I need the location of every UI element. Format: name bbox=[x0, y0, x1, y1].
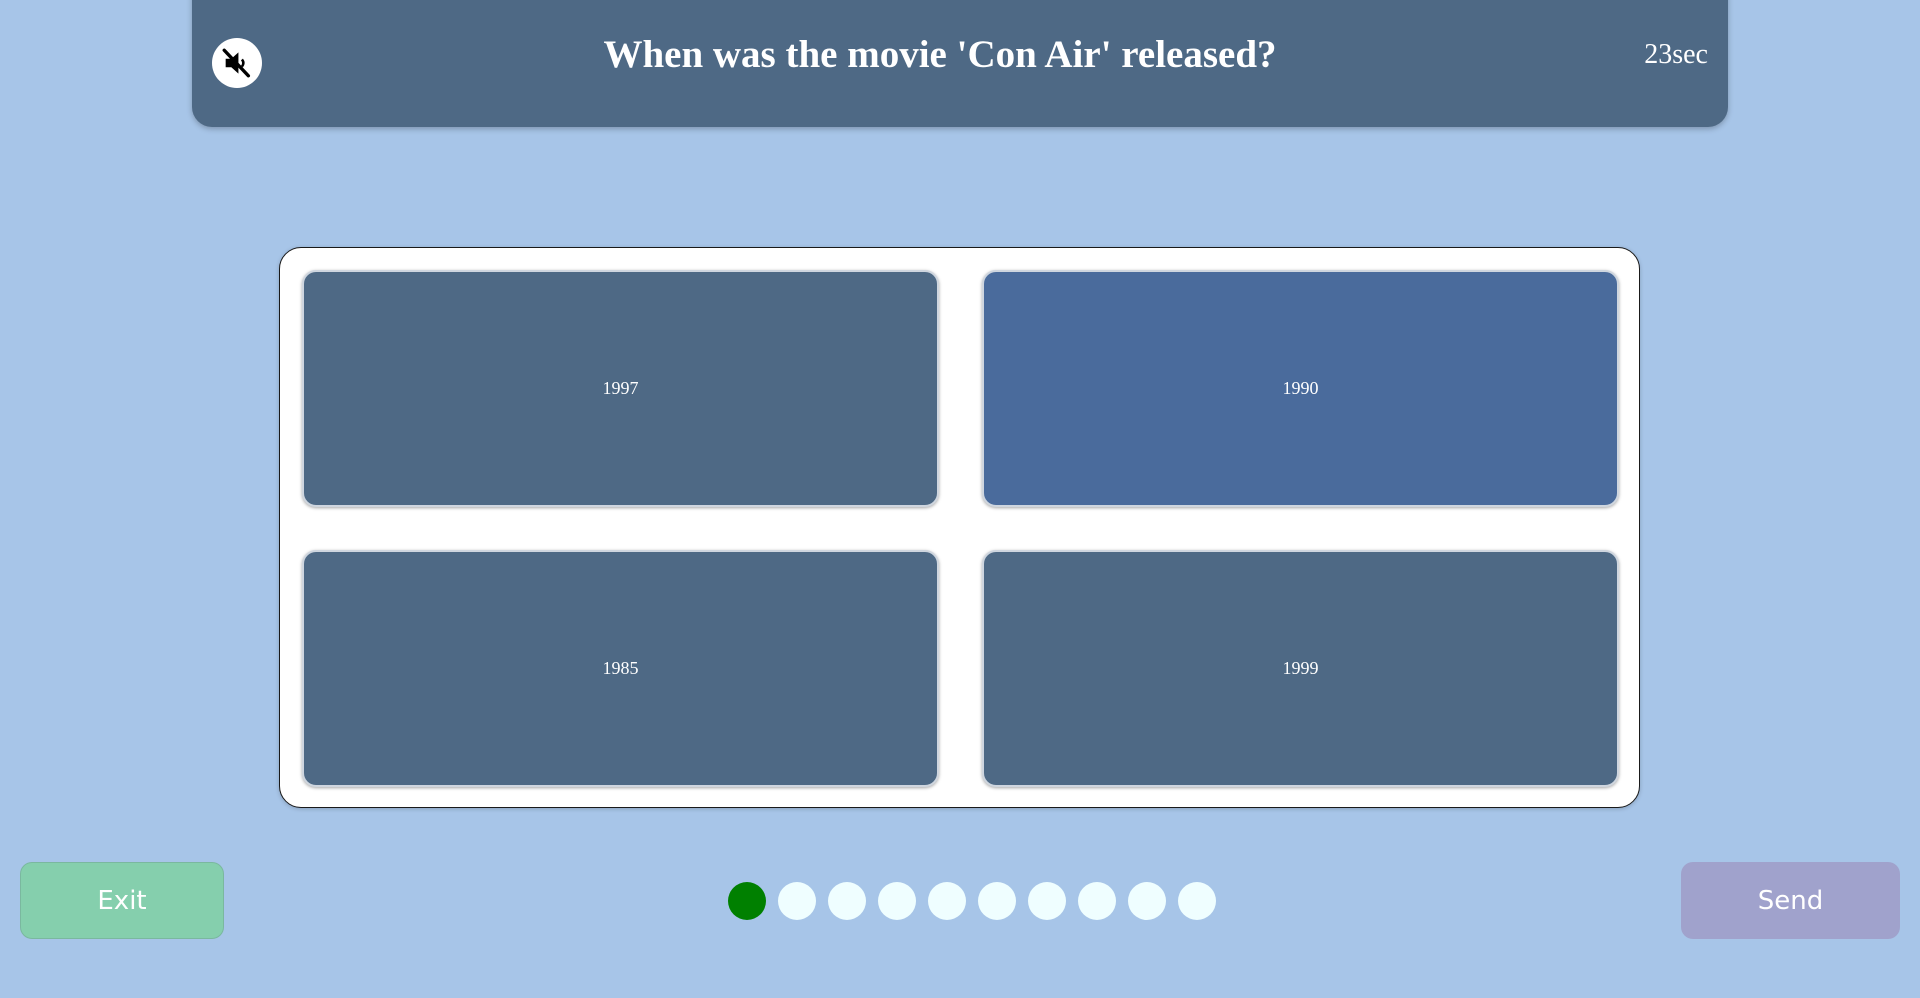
progress-dot bbox=[978, 882, 1016, 920]
exit-button[interactable]: Exit bbox=[20, 862, 224, 939]
progress-dot bbox=[878, 882, 916, 920]
speaker-muted-icon bbox=[222, 48, 251, 78]
progress-dot bbox=[1028, 882, 1066, 920]
answer-option-2[interactable]: 1990 bbox=[982, 270, 1619, 507]
question-text: When was the movie 'Con Air' released? bbox=[603, 33, 1277, 76]
progress-dot bbox=[1128, 882, 1166, 920]
question-header: When was the movie 'Con Air' released? 2… bbox=[192, 0, 1728, 127]
progress-dot bbox=[928, 882, 966, 920]
progress-dot bbox=[778, 882, 816, 920]
countdown-timer: 23sec bbox=[1644, 39, 1708, 70]
answer-option-3[interactable]: 1985 bbox=[302, 550, 939, 787]
answer-option-4[interactable]: 1999 bbox=[982, 550, 1619, 787]
progress-dot bbox=[728, 882, 766, 920]
progress-dot bbox=[828, 882, 866, 920]
progress-dot bbox=[1078, 882, 1116, 920]
progress-dot bbox=[1178, 882, 1216, 920]
answer-option-1[interactable]: 1997 bbox=[302, 270, 939, 507]
question-progress bbox=[728, 882, 1216, 920]
answers-panel: 1997 1990 1985 1999 bbox=[279, 247, 1640, 808]
send-button[interactable]: Send bbox=[1681, 862, 1900, 939]
mute-button[interactable] bbox=[212, 38, 262, 88]
